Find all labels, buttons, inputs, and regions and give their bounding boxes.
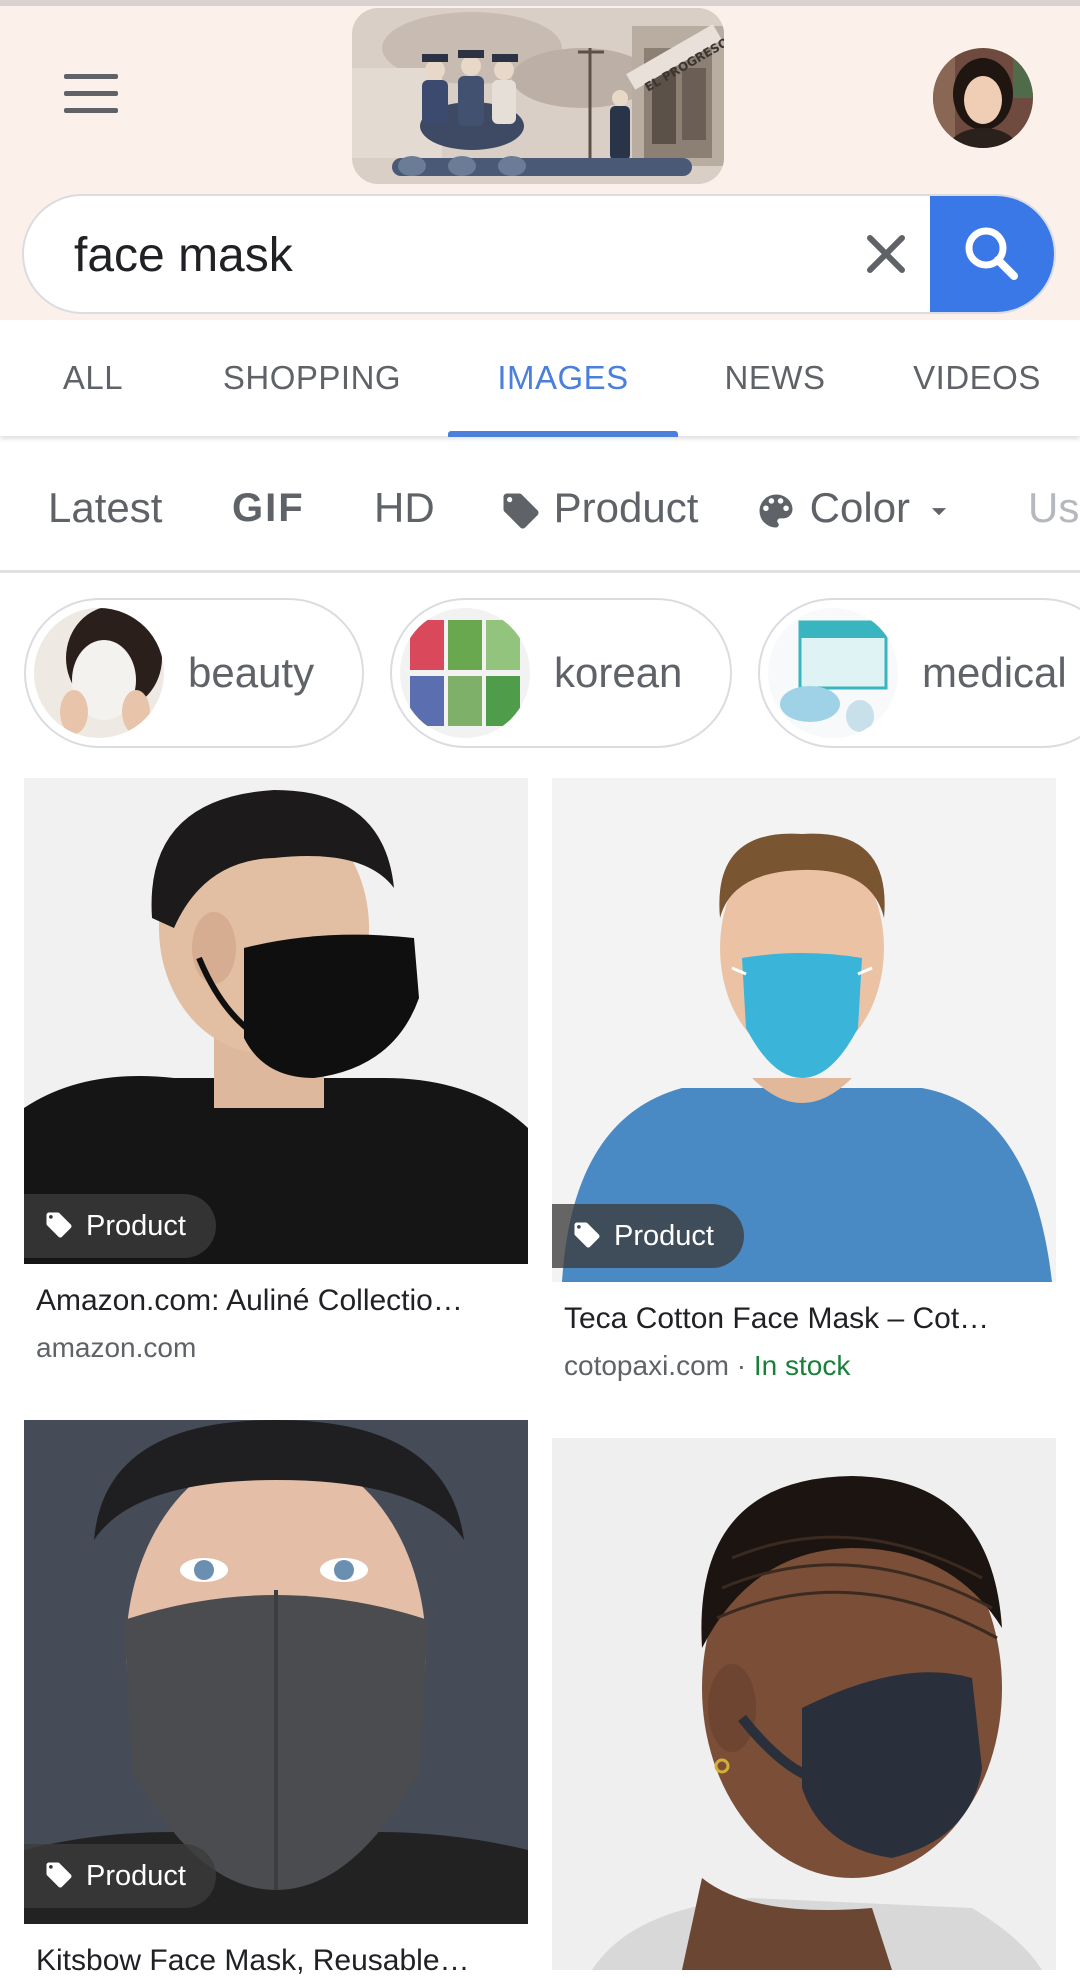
result-image: [552, 1438, 1056, 1970]
filter-product-label: Product: [553, 484, 699, 531]
image-result[interactable]: Product Amazon.com: Auliné Collectio… am…: [24, 778, 528, 1378]
tag-icon: [574, 1222, 600, 1248]
search-bar: [22, 194, 1056, 314]
tag-icon: [46, 1862, 72, 1888]
chip-beauty[interactable]: beauty: [24, 598, 364, 748]
status-divider: [0, 0, 1080, 6]
filter-toolbar: Latest GIF HD Product Color Us: [0, 446, 1080, 573]
filter-color[interactable]: Color: [754, 446, 956, 570]
close-icon[interactable]: [854, 222, 918, 286]
filter-gif[interactable]: GIF: [232, 446, 305, 570]
badge-label: Product: [86, 1860, 186, 1892]
palette-icon: [759, 494, 793, 528]
profile-avatar[interactable]: [933, 48, 1033, 148]
result-title[interactable]: Kitsbow Face Mask, Reusable…: [36, 1944, 522, 1978]
chip-thumbnail: [34, 608, 164, 738]
chip-label: medical: [922, 649, 1067, 696]
dropdown-arrow-icon: [931, 508, 946, 516]
badge-label: Product: [86, 1210, 186, 1242]
tab-news[interactable]: NEWS: [710, 320, 840, 436]
filter-product[interactable]: Product: [500, 446, 698, 570]
image-result[interactable]: [552, 1438, 1056, 1970]
product-badge: Product: [24, 1844, 216, 1908]
search-type-tabs: ALL SHOPPING IMAGES NEWS VIDEOS: [0, 320, 1080, 437]
hamburger-menu-icon[interactable]: [56, 68, 126, 120]
tag-icon: [46, 1212, 72, 1238]
image-result[interactable]: Product Teca Cotton Face Mask – Cot… cot…: [552, 778, 1056, 1398]
chip-medical[interactable]: medical: [758, 598, 1080, 748]
filter-latest[interactable]: Latest: [48, 446, 162, 570]
tab-images[interactable]: IMAGES: [478, 320, 648, 436]
filter-hd[interactable]: HD: [374, 446, 435, 570]
active-tab-indicator: [448, 431, 678, 437]
result-domain: cotopaxi.com ·: [564, 1350, 754, 1381]
search-button[interactable]: [930, 196, 1054, 312]
tab-videos[interactable]: VIDEOS: [902, 320, 1052, 436]
result-image: [24, 778, 528, 1264]
result-source: cotopaxi.com · In stock: [564, 1350, 850, 1382]
product-badge: Product: [24, 1194, 216, 1258]
badge-label: Product: [614, 1220, 714, 1252]
result-title[interactable]: Amazon.com: Auliné Collectio…: [36, 1284, 522, 1318]
search-icon: [965, 227, 1018, 280]
chip-thumbnail: [400, 608, 530, 738]
filter-usage-rights[interactable]: Us: [1028, 446, 1079, 570]
chip-korean[interactable]: korean: [390, 598, 732, 748]
result-source: amazon.com: [36, 1332, 197, 1363]
stock-status: In stock: [753, 1350, 851, 1381]
tab-all[interactable]: ALL: [44, 320, 142, 436]
tab-shopping[interactable]: SHOPPING: [212, 320, 412, 436]
chip-label: korean: [554, 649, 683, 696]
google-doodle[interactable]: EL PROGRESO: [352, 8, 724, 184]
tag-icon: [503, 493, 539, 529]
image-result[interactable]: Product Kitsbow Face Mask, Reusable…: [24, 1420, 528, 1977]
filter-color-label: Color: [809, 484, 911, 531]
chip-thumbnail: [768, 608, 898, 738]
chip-label: beauty: [188, 649, 315, 696]
product-badge: Product: [552, 1204, 744, 1268]
result-title[interactable]: Teca Cotton Face Mask – Cot…: [564, 1302, 1050, 1336]
search-input[interactable]: [72, 196, 856, 312]
